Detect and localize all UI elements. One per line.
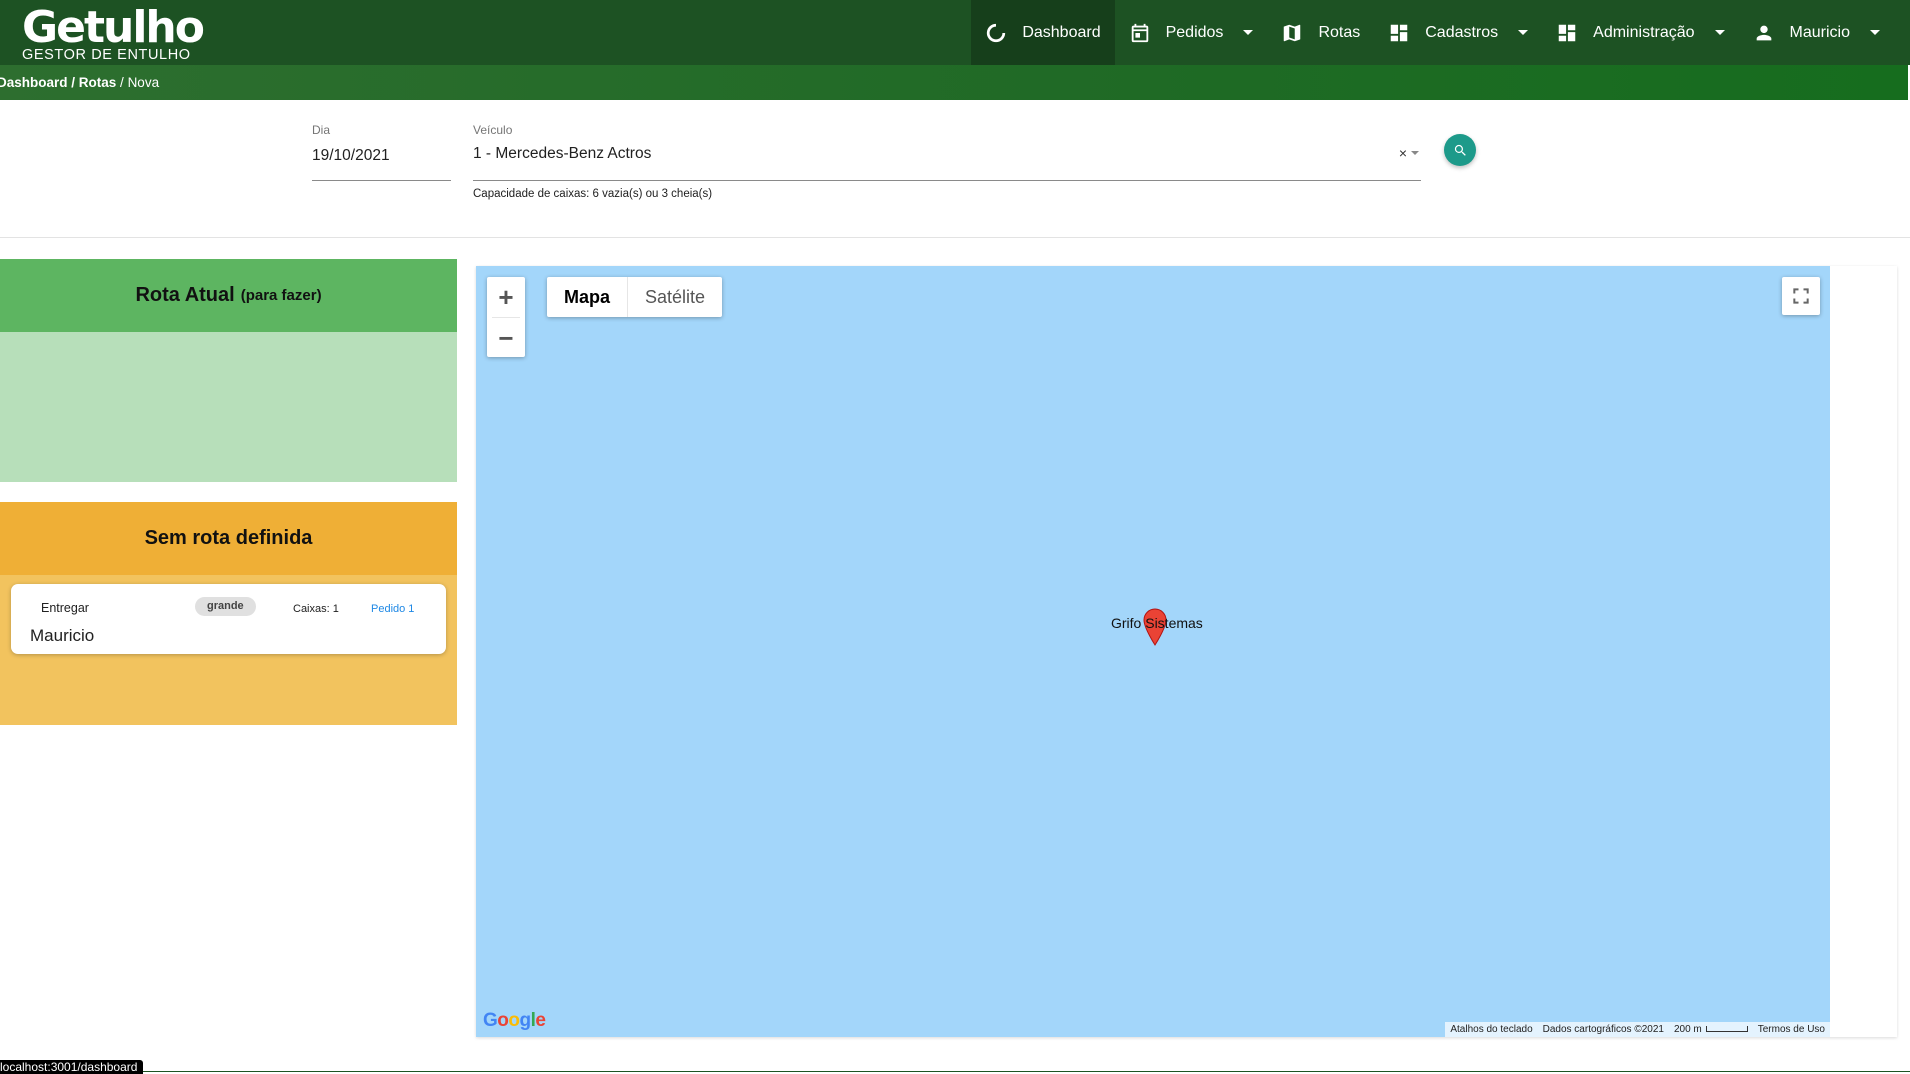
dia-field[interactable]: Dia 19/10/2021 <box>312 123 451 181</box>
breadcrumb-separator: / <box>67 75 79 90</box>
user-icon <box>1756 25 1771 40</box>
veiculo-label: Veículo <box>473 123 513 137</box>
grid-icon <box>1558 24 1576 41</box>
pedido-link[interactable]: Pedido 1 <box>371 603 414 615</box>
card-action: Entregar <box>41 601 89 615</box>
sem-rota-title: Sem rota definida <box>144 527 313 549</box>
clear-icon[interactable]: × <box>1399 145 1407 161</box>
map-data-attribution: Dados cartográficos ©2021 <box>1542 1024 1664 1035</box>
nav-item-dashboard[interactable]: Dashboard <box>971 0 1115 65</box>
dia-label: Dia <box>312 123 331 137</box>
terms-link[interactable]: Termos de Uso <box>1753 1022 1830 1037</box>
keyboard-shortcuts-link[interactable]: Atalhos do teclado <box>1445 1022 1537 1037</box>
chevron-down-icon <box>1518 30 1529 35</box>
search-icon <box>1454 144 1466 156</box>
rota-atual-header: Rota Atual (para fazer) <box>0 259 457 332</box>
rota-atual-title: Rota Atual <box>135 284 235 306</box>
map-scale-label: 200 m <box>1673 1024 1702 1035</box>
nav-item-label: Dashboard <box>1022 23 1101 41</box>
nav-item-administracao[interactable]: Administração <box>1542 0 1738 65</box>
nav-item-label: Rotas <box>1318 23 1361 41</box>
breadcrumb-separator: / <box>116 75 128 90</box>
pedido-card[interactable]: Entregar grande Caixas: 1 Pedido 1 Mauri… <box>11 584 446 654</box>
card-caixas: Caixas: 1 <box>293 603 339 615</box>
rota-atual-dropzone[interactable] <box>0 332 457 482</box>
nav-item-user[interactable]: Mauricio <box>1739 0 1894 65</box>
dia-underline <box>312 180 451 181</box>
map-type-control: Mapa Satélite <box>547 277 723 317</box>
veiculo-underline <box>473 180 1421 181</box>
status-url: localhost:3001/dashboard <box>0 1060 144 1074</box>
nav-item-cadastros[interactable]: Cadastros <box>1374 0 1542 65</box>
dashboard-spinner-icon <box>987 23 1006 42</box>
zoom-in-button[interactable]: + <box>487 277 525 317</box>
fullscreen-icon <box>1793 288 1809 304</box>
nav-item-label: Cadastros <box>1425 23 1499 41</box>
sem-rota-header: Sem rota definida <box>0 502 457 575</box>
zoom-out-button[interactable]: − <box>487 318 525 358</box>
nav-item-label: Pedidos <box>1165 23 1224 41</box>
nav-item-label: Administração <box>1593 23 1695 41</box>
card-cliente: Mauricio <box>30 626 95 645</box>
search-button[interactable] <box>1444 134 1476 166</box>
veiculo-value: 1 - Mercedes-Benz Actros <box>473 145 652 162</box>
brand-subtitle: GESTOR DE ENTULHO <box>22 47 191 63</box>
breadcrumb-dashboard[interactable]: Dashboard <box>0 75 68 90</box>
map-icon <box>1284 24 1301 41</box>
map-scale[interactable]: 200 m <box>1669 1022 1753 1037</box>
zoom-control: + − <box>487 277 525 357</box>
grid-icon <box>1390 24 1408 41</box>
breadcrumb: Dashboard / Rotas / Nova <box>0 65 1908 100</box>
size-badge: grande <box>195 597 256 616</box>
fullscreen-button[interactable] <box>1782 277 1820 315</box>
breadcrumb-current: Nova <box>127 75 160 90</box>
capacidade-helper: Capacidade de caixas: 6 vazia(s) ou 3 ch… <box>473 188 713 200</box>
veiculo-select[interactable]: Veículo 1 - Mercedes-Benz Actros × <box>473 123 1421 181</box>
scale-bar <box>1705 1026 1748 1033</box>
footer-line <box>0 1071 1910 1072</box>
chevron-down-icon <box>1243 30 1254 35</box>
map-container: + − Mapa Satélite Grifo Sistemas Google … <box>476 266 1897 1037</box>
top-navbar: Getulho GESTOR DE ENTULHO Dashboard Pedi… <box>0 0 1910 65</box>
chevron-down-icon <box>1714 30 1725 35</box>
brand-logo[interactable]: Getulho GESTOR DE ENTULHO <box>22 2 205 63</box>
map-type-mapa[interactable]: Mapa <box>547 277 629 317</box>
google-logo[interactable]: Google <box>483 1010 546 1032</box>
nav-menu: Dashboard Pedidos Rotas Cadastros Admini… <box>971 0 1894 65</box>
chevron-down-icon[interactable] <box>1411 151 1419 155</box>
map-type-satelite[interactable]: Satélite <box>628 277 722 317</box>
marker-label: Grifo Sistemas <box>1111 615 1203 631</box>
map-footer: Atalhos do teclado Dados cartográficos ©… <box>1445 1022 1830 1037</box>
nav-item-rotas[interactable]: Rotas <box>1267 0 1374 65</box>
dia-input[interactable]: 19/10/2021 <box>312 147 451 165</box>
calendar-icon <box>1131 23 1148 42</box>
breadcrumb-rotas[interactable]: Rotas <box>79 75 117 90</box>
divider <box>0 237 1910 238</box>
brand-name: Getulho <box>22 2 205 53</box>
google-map[interactable]: + − Mapa Satélite Grifo Sistemas Google … <box>476 266 1830 1037</box>
nav-item-pedidos[interactable]: Pedidos <box>1115 0 1268 65</box>
nav-item-label: Mauricio <box>1789 23 1850 41</box>
rota-atual-subtitle: (para fazer) <box>240 287 322 304</box>
chevron-down-icon <box>1870 30 1880 35</box>
